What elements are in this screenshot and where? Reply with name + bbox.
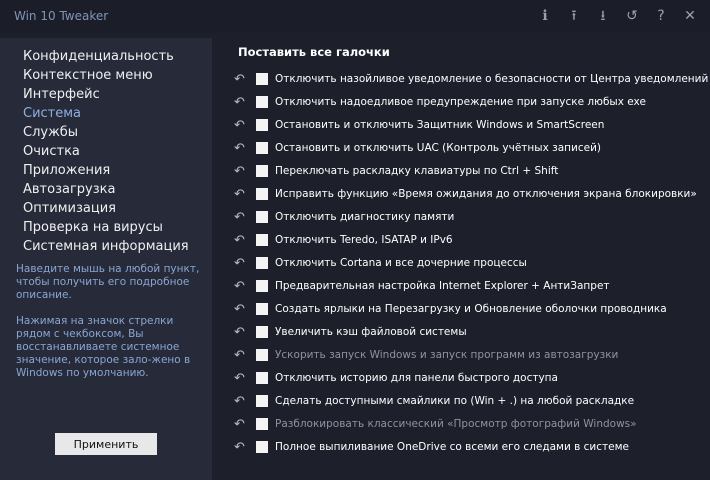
option-row: ↶ Переключать раскладку клавиатуры по Ctr… [234, 161, 558, 181]
option-label[interactable]: Увеличить кэш файловой системы [275, 326, 467, 338]
option-label[interactable]: Исправить функцию «Время ожидания до отк… [275, 188, 697, 200]
option-checkbox[interactable] [256, 119, 268, 131]
close-icon[interactable]: ✕ [682, 7, 698, 25]
option-label[interactable]: Отключить Cortana и все дочерние процесс… [275, 257, 527, 269]
sidebar-item[interactable]: Приложения [23, 161, 189, 180]
option-checkbox[interactable] [256, 211, 268, 223]
option-row: ↶ Отключить назойливое уведомление о безо… [234, 69, 708, 89]
sidebar-item[interactable]: Интерфейс [23, 85, 189, 104]
sidebar: Конфиденциальность Контекстное меню Интерф… [0, 38, 212, 480]
restore-default-arrow-icon[interactable]: ↶ [234, 256, 248, 271]
option-label[interactable]: Отключить надоедливое предупреждение при… [275, 96, 646, 108]
option-row: ↶ Ускорить запуск Windows и запуск програ… [234, 345, 618, 365]
option-row: ↶ Остановить и отключить UAC (Контроль уч… [234, 138, 601, 158]
sidebar-item[interactable]: Автозагрузка [23, 180, 189, 199]
option-row: ↶ Разблокировать классический «Просмотр ф… [234, 414, 637, 434]
option-label[interactable]: Отключить диагностику памяти [275, 211, 454, 223]
option-row: ↶ Предварительная настройка Internet Expl… [234, 276, 610, 296]
restore-all-icon[interactable]: ↺ [624, 7, 640, 25]
restore-default-arrow-icon[interactable]: ↶ [234, 417, 248, 432]
restore-default-arrow-icon[interactable]: ↶ [234, 164, 248, 179]
help-icon[interactable]: ? [653, 7, 669, 25]
option-checkbox[interactable] [256, 441, 268, 453]
restore-default-arrow-icon[interactable]: ↶ [234, 72, 248, 87]
option-label[interactable]: Переключать раскладку клавиатуры по Ctrl… [275, 165, 558, 177]
option-checkbox[interactable] [256, 395, 268, 407]
help-text-restore: Нажимая на значок стрелки рядом с чекбок… [16, 315, 191, 379]
sidebar-nav: Конфиденциальность Контекстное меню Интерф… [23, 47, 189, 256]
option-checkbox[interactable] [256, 372, 268, 384]
title-bar: Win 10 Tweaker ℹ ⭱ ⭳ ↺? ✕ [0, 0, 710, 33]
option-row: ↶ Создать ярлыки на Перезагрузку и Обновл… [234, 299, 667, 319]
restore-default-arrow-icon[interactable]: ↶ [234, 325, 248, 340]
option-row: ↶ Отключить диагностику памяти [234, 207, 454, 227]
option-checkbox[interactable] [256, 257, 268, 269]
restore-default-arrow-icon[interactable]: ↶ [234, 302, 248, 317]
option-checkbox[interactable] [256, 188, 268, 200]
apply-button[interactable]: Применить [55, 433, 157, 455]
option-checkbox[interactable] [256, 280, 268, 292]
restore-default-arrow-icon[interactable]: ↶ [234, 440, 248, 455]
sidebar-item[interactable]: Проверка на вирусы [23, 218, 189, 237]
option-label[interactable]: Отключить назойливое уведомление о безоп… [275, 73, 708, 85]
app-title: Win 10 Tweaker [14, 9, 109, 23]
option-row: ↶ Увеличить кэш файловой системы [234, 322, 467, 342]
restore-default-arrow-icon[interactable]: ↶ [234, 187, 248, 202]
sidebar-item[interactable]: Службы [23, 123, 189, 142]
toolbar: ℹ ⭱ ⭳ ↺? ✕ [537, 7, 698, 25]
main-panel: Поставить все галочки ↶ Отключить назойли… [212, 38, 710, 480]
option-checkbox[interactable] [256, 418, 268, 430]
option-label[interactable]: Ускорить запуск Windows и запуск програм… [275, 349, 618, 361]
option-checkbox[interactable] [256, 73, 268, 85]
option-row: ↶ Полное выпиливание OneDrive со всеми ег… [234, 437, 629, 457]
restore-default-arrow-icon[interactable]: ↶ [234, 371, 248, 386]
option-checkbox[interactable] [256, 303, 268, 315]
option-row: ↶ Сделать доступными смайлики по (Win + .… [234, 391, 634, 411]
restore-default-arrow-icon[interactable]: ↶ [234, 118, 248, 133]
option-label[interactable]: Остановить и отключить UAC (Контроль учё… [275, 142, 601, 154]
info-icon[interactable]: ℹ [537, 7, 553, 25]
option-row: ↶ Отключить Cortana и все дочерние процес… [234, 253, 527, 273]
option-label[interactable]: Создать ярлыки на Перезагрузку и Обновле… [275, 303, 667, 315]
option-checkbox[interactable] [256, 234, 268, 246]
option-label[interactable]: Отключить историю для панели быстрого до… [275, 372, 558, 384]
restore-default-arrow-icon[interactable]: ↶ [234, 394, 248, 409]
option-checkbox[interactable] [256, 142, 268, 154]
restore-default-arrow-icon[interactable]: ↶ [234, 348, 248, 363]
restore-default-arrow-icon[interactable]: ↶ [234, 141, 248, 156]
option-checkbox[interactable] [256, 326, 268, 338]
sidebar-item[interactable]: Оптимизация [23, 199, 189, 218]
restore-default-arrow-icon[interactable]: ↶ [234, 279, 248, 294]
option-label[interactable]: Полное выпиливание OneDrive со всеми его… [275, 441, 629, 453]
import-icon[interactable]: ⭳ [595, 7, 611, 25]
option-row: ↶ Остановить и отключить Защитник Windows… [234, 115, 604, 135]
option-row: ↶ Отключить надоедливое предупреждение пр… [234, 92, 646, 112]
option-label[interactable]: Разблокировать классический «Просмотр фо… [275, 418, 637, 430]
option-row: ↶ Исправить функцию «Время ожидания до от… [234, 184, 697, 204]
sidebar-item[interactable]: Очистка [23, 142, 189, 161]
option-row: ↶ Отключить историю для панели быстрого д… [234, 368, 558, 388]
option-checkbox[interactable] [256, 96, 268, 108]
sidebar-item[interactable]: Контекстное меню [23, 66, 189, 85]
check-all-link[interactable]: Поставить все галочки [238, 45, 390, 59]
option-checkbox[interactable] [256, 349, 268, 361]
sidebar-item[interactable]: Конфиденциальность [23, 47, 189, 66]
option-label[interactable]: Остановить и отключить Защитник Windows … [275, 119, 604, 131]
option-row: ↶ Отключить Teredo, ISATAP и IPv6 [234, 230, 453, 250]
option-label[interactable]: Сделать доступными смайлики по (Win + .)… [275, 395, 634, 407]
restore-default-arrow-icon[interactable]: ↶ [234, 233, 248, 248]
sidebar-item[interactable]: Системная информация [23, 237, 189, 256]
help-text-hover: Наведите мышь на любой пункт, чтобы полу… [16, 263, 200, 301]
restore-default-arrow-icon[interactable]: ↶ [234, 95, 248, 110]
option-label[interactable]: Отключить Teredo, ISATAP и IPv6 [275, 234, 453, 246]
restore-default-arrow-icon[interactable]: ↶ [234, 210, 248, 225]
option-label[interactable]: Предварительная настройка Internet Explo… [275, 280, 610, 292]
option-checkbox[interactable] [256, 165, 268, 177]
sidebar-item[interactable]: Система [23, 104, 189, 123]
export-icon[interactable]: ⭱ [566, 7, 582, 25]
